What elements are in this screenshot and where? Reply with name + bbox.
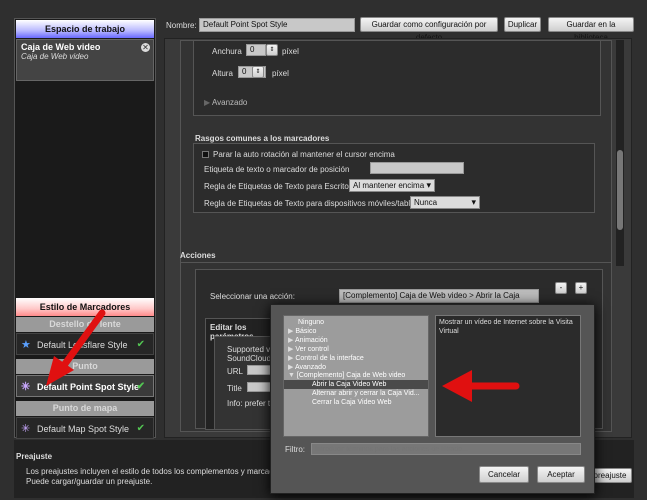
style-item-label: Default Map Spot Style [37, 424, 130, 434]
presets-text: Los preajustes incluyen el estilo de tod… [26, 467, 291, 486]
height-stepper[interactable]: ⇕ [252, 66, 264, 78]
autorotate-checkbox[interactable] [202, 151, 209, 158]
tree-item[interactable]: ▶ Control de la interface [288, 354, 364, 363]
width-stepper[interactable]: ⇕ [266, 44, 278, 56]
workspace-header: Espacio de trabajo [16, 20, 154, 38]
workspace-item-subtitle: Caja de Web video [21, 52, 89, 61]
add-action-button[interactable]: + [575, 282, 587, 294]
burst-icon: ✳ [21, 423, 31, 435]
desktop-rule-label: Regla de Etiquetas de Texto para Escrito… [204, 182, 358, 191]
chevron-down-icon[interactable]: ▼ [288, 372, 297, 379]
action-picker-dialog: Ninguno ▶ Básico ▶ Animación ▶ Ver control ▶… [270, 304, 595, 494]
common-section: Parar la auto rotación al mantener el cu… [193, 143, 595, 213]
tree-item-label: [Complemento] Caja de Web video [296, 372, 406, 380]
tree-item[interactable]: ▶ Ver control [288, 345, 329, 354]
tree-item-label: Abrir la Caja Video Web [312, 381, 387, 389]
tree-item[interactable]: Alternar abrir y cerrar la Caja Vid... [312, 389, 420, 398]
info-text: Info: prefer th [227, 399, 275, 408]
star-icon: ★ [21, 339, 31, 351]
tree-item[interactable]: ▶ Avanzado [288, 363, 326, 372]
close-icon[interactable]: ✕ [141, 43, 150, 52]
width-unit: píxel [282, 47, 299, 56]
filter-label: Filtro: [285, 445, 305, 454]
presets-title: Preajuste [16, 452, 53, 461]
filter-input[interactable] [311, 443, 581, 455]
tree-item[interactable]: ▶ Animación [288, 336, 328, 345]
common-title: Rasgos comunes a los marcadores [195, 134, 330, 143]
tree-item[interactable]: Abrir la Caja Video Web [284, 380, 428, 390]
name-field[interactable]: Default Point Spot Style [199, 18, 355, 32]
scrollbar[interactable] [616, 40, 624, 266]
url-label: URL [227, 367, 244, 376]
mobile-rule-label: Regla de Etiquetas de Texto para disposi… [204, 199, 426, 208]
tree-item[interactable]: Cerrar la Caja Video Web [312, 398, 392, 407]
tree-item-label: Avanzado [294, 363, 326, 371]
title-label: Title [227, 384, 242, 393]
width-label: Anchura [212, 47, 242, 56]
scrollbar-thumb[interactable] [617, 150, 623, 230]
tree-item-label: Ver control [295, 345, 329, 353]
style-item-map-spot[interactable]: ✳ Default Map Spot Style ✔ [16, 417, 154, 439]
label-text-input[interactable] [370, 162, 464, 174]
tree-item-label: Animación [294, 336, 328, 344]
remove-action-button[interactable]: - [555, 282, 567, 294]
soundcloud-text: SoundCloud [227, 354, 272, 363]
width-input[interactable]: 0 [246, 44, 266, 56]
save-library-button[interactable]: Guardar en la biblioteca [548, 17, 634, 42]
check-icon: ✔ [136, 339, 145, 350]
action-tree[interactable]: Ninguno ▶ Básico ▶ Animación ▶ Ver control ▶… [283, 315, 429, 437]
chevron-right-icon: ▶ [204, 98, 211, 107]
group-map-spot: Punto de mapa [16, 401, 154, 416]
label-text-label: Etiqueta de texto o marcador de posición [204, 165, 350, 174]
actions-title: Acciones [180, 251, 216, 260]
advanced-label: Avanzado [211, 98, 248, 107]
select-action-field[interactable]: [Complemento] Caja de Web video > Abrir … [339, 289, 539, 312]
tree-item-label: Básico [295, 327, 317, 335]
workspace-item[interactable]: Caja de Web video Caja de Web video ✕ [16, 39, 154, 81]
save-default-button[interactable]: Guardar como configuración por defecto [360, 17, 498, 42]
autorotate-label: Parar la auto rotación al mantener el cu… [213, 150, 395, 159]
chevron-right-icon[interactable]: ▶ [288, 364, 295, 371]
tree-item-label: Alternar abrir y cerrar la Caja Vid... [312, 390, 420, 398]
cancel-button[interactable]: Cancelar [479, 466, 529, 483]
workspace-item-title: Caja de Web video [21, 42, 101, 52]
tree-item-label: Control de la interface [295, 354, 364, 362]
tree-item[interactable]: ▼ [Complemento] Caja de Web video [288, 371, 405, 380]
tree-item[interactable]: ▶ Básico [288, 327, 316, 336]
check-icon: ✔ [136, 381, 145, 392]
mobile-rule-select[interactable]: Nunca [410, 196, 480, 209]
chevron-right-icon[interactable]: ▶ [288, 337, 295, 344]
red-arrow-annotation [442, 370, 520, 402]
height-unit: píxel [272, 69, 289, 78]
tree-item[interactable]: Ninguno [288, 318, 324, 327]
tree-item-label: Ninguno [298, 319, 325, 326]
duplicate-button[interactable]: Duplicar [504, 17, 541, 32]
accept-button[interactable]: Aceptar [537, 466, 585, 483]
tree-item-label: Cerrar la Caja Video Web [312, 399, 392, 407]
select-action-label: Seleccionar una acción: [210, 292, 295, 301]
check-icon: ✔ [136, 423, 145, 434]
height-label: Altura [212, 69, 233, 78]
name-label: Nombre: [166, 21, 197, 30]
desktop-rule-select[interactable]: Al mantener encima [349, 179, 435, 192]
red-arrow-annotation [46, 309, 106, 386]
size-section: Anchura 0 ⇕ píxel Altura 0 ⇕ píxel ▶ Ava… [193, 40, 601, 116]
advanced-toggle[interactable]: ▶ Avanzado [204, 98, 247, 107]
supported-text: Supported vid [227, 345, 277, 354]
burst-icon: ✳ [21, 381, 31, 393]
